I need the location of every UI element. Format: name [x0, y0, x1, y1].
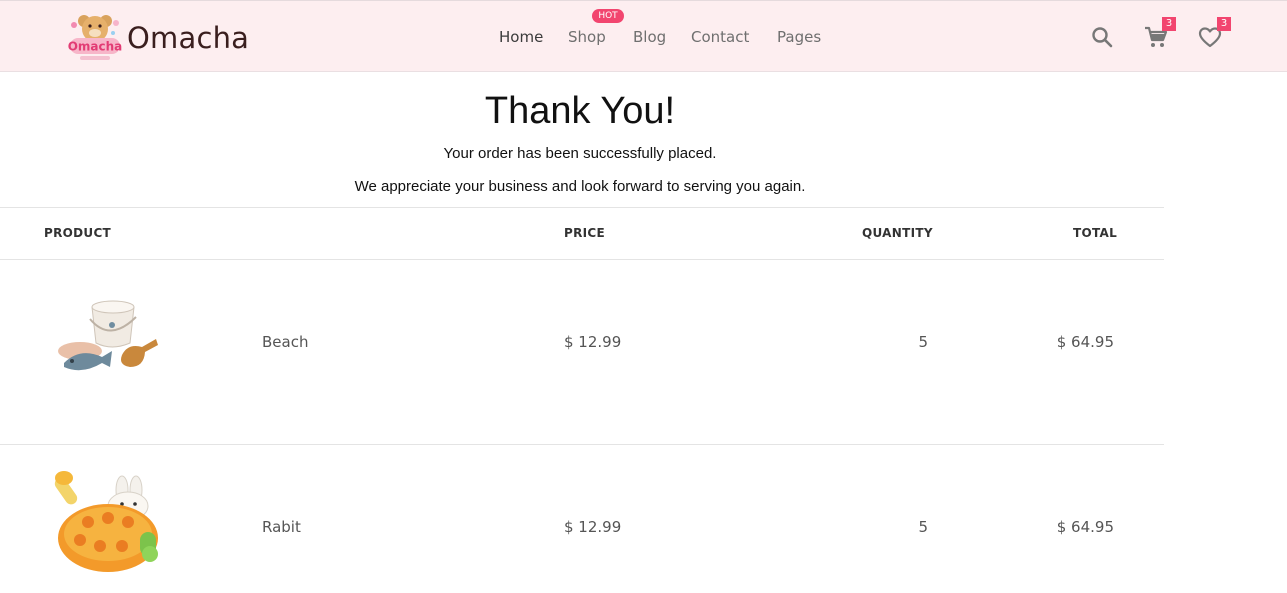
order-placed-message: Your order has been successfully placed. [443, 145, 717, 162]
column-header-total: TOTAL [1073, 226, 1118, 240]
product-price: $ 12.99 [564, 333, 622, 351]
product-total: $ 64.95 [1056, 518, 1114, 536]
appreciation-message: We appreciate your business and look for… [354, 178, 806, 195]
teddy-bear-logo-icon: Omacha [68, 15, 123, 60]
hot-badge: HOT [592, 9, 624, 23]
nav-blog[interactable]: Blog [633, 28, 666, 46]
rabbit-whack-game-image [54, 471, 158, 572]
column-header-price: PRICE [564, 226, 606, 240]
site-logo[interactable]: Omacha Omacha [66, 11, 249, 65]
svg-text:Omacha: Omacha [68, 40, 123, 54]
site-header: Omacha Omacha Home Shop Blog Contact Pag… [0, 0, 1287, 72]
product-price: $ 12.99 [564, 518, 622, 536]
product-name[interactable]: Rabit [262, 518, 301, 536]
product-quantity: 5 [918, 518, 928, 536]
wishlist-count-badge: 3 [1217, 17, 1231, 31]
cart-count-badge: 3 [1162, 17, 1176, 31]
column-header-quantity: QUANTITY [862, 226, 933, 240]
search-button[interactable] [1088, 23, 1116, 51]
product-quantity: 5 [918, 333, 928, 351]
column-header-product: PRODUCT [44, 226, 112, 240]
beach-toy-set-image [58, 300, 158, 371]
nav-pages[interactable]: Pages [777, 28, 821, 46]
logo-text: Omacha [127, 20, 250, 55]
table-top-divider [0, 207, 1164, 208]
page-title: Thank You! [484, 90, 676, 132]
nav-shop[interactable]: Shop [568, 28, 606, 46]
header-divider [0, 259, 1164, 260]
search-icon [1092, 27, 1113, 48]
product-name[interactable]: Beach [262, 333, 308, 351]
product-total: $ 64.95 [1056, 333, 1114, 351]
nav-home[interactable]: Home [499, 28, 543, 46]
nav-contact[interactable]: Contact [691, 28, 749, 46]
row-divider [0, 444, 1164, 445]
